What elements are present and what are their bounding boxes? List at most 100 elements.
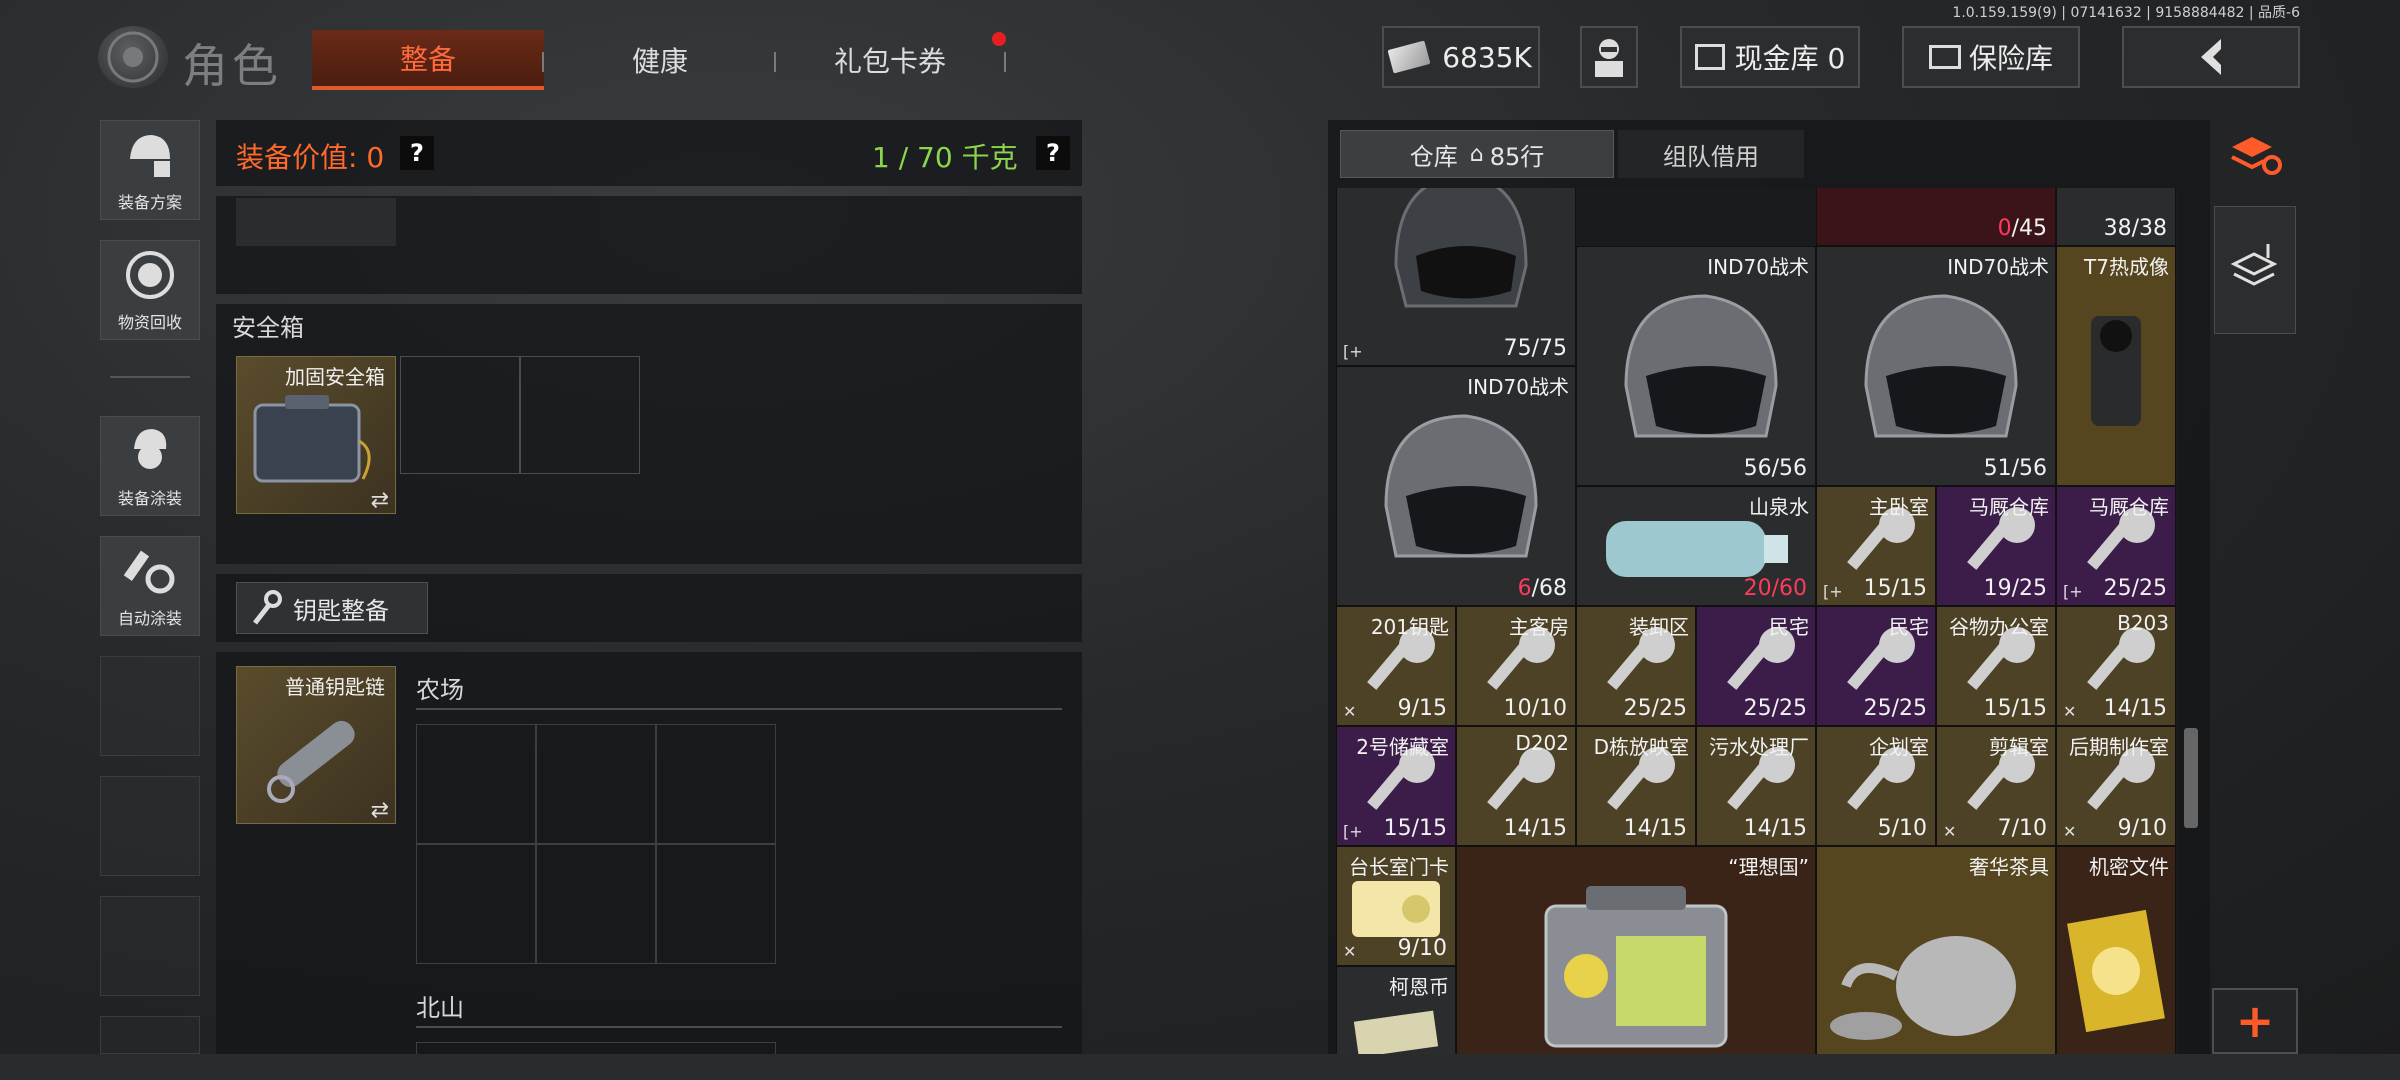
safebox-empty-slot[interactable] [400,356,520,474]
key-slot[interactable] [536,844,656,964]
cash-vault-button[interactable]: 现金库 0 [1680,26,1860,88]
operator-button[interactable] [1580,26,1638,88]
operator-icon [1595,39,1623,77]
inventory-item[interactable]: “理想国” [1456,846,1816,1056]
inventory-item[interactable]: D栋放映室 14/15 [1576,726,1696,846]
cash-vault-icon [1694,44,1725,70]
item-count: 9/15 [1397,696,1447,721]
inventory-item[interactable]: B203 14/15 ✕ [2056,606,2176,726]
tab-gift-vouchers[interactable]: 礼包卡券 [790,30,990,90]
inventory-scrollbar[interactable] [2184,728,2198,828]
inventory-item[interactable]: 后期制作室 9/10 ✕ [2056,726,2176,846]
inventory-item[interactable]: 污水处理厂 14/15 [1696,726,1816,846]
safebox-empty-slot[interactable] [520,356,640,474]
item-name: 后期制作室 [2069,735,2169,759]
keys-loadout-button[interactable]: 钥匙整备 [236,582,428,634]
sidebar-equipment-skins[interactable]: 装备涂装 [100,416,200,516]
inventory-item[interactable]: 主客房 10/10 [1456,606,1576,726]
inventory-item[interactable]: IND70战术 6/68 [1336,366,1576,606]
tab-divider [774,52,776,72]
sidebar-recycle[interactable]: 物资回收 [100,240,200,340]
item-count: 6/68 [1517,576,1567,601]
sort-button[interactable] [2214,120,2296,192]
key-slot[interactable] [656,844,776,964]
key-slot[interactable] [416,724,536,844]
add-button[interactable]: + [2212,988,2298,1054]
helmet2-icon [1817,247,2055,485]
inventory-item[interactable]: 机密文件 [2056,846,2176,1056]
inventory-item[interactable]: 主卧室 15/15 [+ [1816,486,1936,606]
inventory-item[interactable]: IND70战术 51/56 [1816,246,2056,486]
weight-help-button[interactable]: ? [1036,136,1070,170]
item-count: 25/25 [1743,696,1807,721]
inventory-item[interactable]: 剪辑室 7/10 ✕ [1936,726,2056,846]
item-count: 15/15 [1983,696,2047,721]
inventory-item[interactable]: 38/38 [2056,188,2176,246]
safebox-item[interactable]: 加固安全箱 ⇄ [236,356,396,514]
tab-team-borrow[interactable]: 组队借用 [1618,130,1804,178]
inventory-item[interactable]: 0/45 [1816,188,2056,246]
inventory-item[interactable]: 民宅 25/25 [1696,606,1816,726]
item-name: 企划室 [1869,735,1929,759]
inventory-item[interactable]: 柯恩币 [1336,966,1456,1056]
sidebar-auto-skin[interactable]: 自动涂装 [100,536,200,636]
key-icon [253,590,282,625]
soldier-icon [134,429,167,469]
sidebar-label: 装备涂装 [117,489,182,508]
sidebar-equipment-plan[interactable]: 装备方案 [100,120,200,220]
helmet2-icon [1577,247,1815,485]
tab-divider [542,52,544,72]
inventory-item[interactable]: 企划室 5/10 [1816,726,1936,846]
item-count: 9/10 [2117,816,2167,841]
item-count: 51/56 [1983,456,2047,481]
inventory-item[interactable]: 台长室门卡 9/10 ✕ [1336,846,1456,966]
equipment-slot[interactable] [236,198,396,246]
back-button[interactable] [2122,26,2300,88]
tab-health[interactable]: 健康 [560,30,760,90]
item-name: D202 [1515,731,1569,755]
sidebar-divider [110,376,190,378]
tab-equipment[interactable]: 整备 [312,30,544,90]
inventory-item[interactable]: 马厩仓库 25/25 [+ [2056,486,2176,606]
inventory-item[interactable]: T7热成像 [2056,246,2176,486]
item-name: 马厩仓库 [2089,495,2169,519]
inventory-item[interactable]: 75/75 [+ [1336,188,1576,366]
swap-icon: ⇄ [370,488,389,513]
inventory-item[interactable]: 民宅 25/25 [1816,606,1936,726]
money-display[interactable]: 6835K [1382,26,1540,88]
inventory-item[interactable]: 马厩仓库 19/25 [1936,486,2056,606]
weight-capacity: 1 / 70 千克 [872,141,1018,174]
item-name: 奢华茶具 [1969,855,2049,879]
item-count: 14/15 [2103,696,2167,721]
item-count: 75/75 [1503,336,1567,361]
key-slot[interactable] [656,724,776,844]
stash-button[interactable] [2214,206,2296,334]
inventory-item[interactable]: 201钥匙 9/15 ✕ [1336,606,1456,726]
item-name: T7热成像 [2084,255,2169,279]
tab-warehouse[interactable]: 仓库 ⌂ 85行 [1340,130,1614,178]
key-slot[interactable] [416,844,536,964]
inventory-item[interactable]: IND70战术 56/56 [1576,246,1816,486]
insurance-vault-button[interactable]: 保险库 [1902,26,2080,88]
money-icon [1387,40,1431,74]
keychain-item-name: 普通钥匙链 [285,675,385,699]
item-name: IND70战术 [1947,255,2049,279]
page-title: 角色 [182,39,282,93]
inventory-item[interactable]: 装卸区 25/25 [1576,606,1696,726]
inventory-item[interactable]: 2号储藏室 15/15 [+ [1336,726,1456,846]
item-count: 38/38 [2103,216,2167,241]
inventory-item[interactable]: 山泉水 20/60 [1576,486,1816,606]
warehouse-rows: 85行 [1489,142,1545,171]
value-help-button[interactable]: ? [400,136,434,170]
inventory-item[interactable]: 奢华茶具 [1816,846,2056,1056]
inventory-grid[interactable]: 62/620/4538/3875/75[+IND70战术56/56IND70战术… [1336,188,2178,1056]
keys-loadout-label: 钥匙整备 [293,596,389,625]
inventory-item[interactable]: 谷物办公室 15/15 [1936,606,2056,726]
inventory-item[interactable]: D202 14/15 [1456,726,1576,846]
keychain-item[interactable]: 普通钥匙链 ⇄ [236,666,396,824]
item-count: 14/15 [1503,816,1567,841]
key-slot[interactable] [536,724,656,844]
group-divider [416,1026,1062,1028]
item-name: 民宅 [1769,615,1809,639]
item-count: 15/15 [1863,576,1927,601]
